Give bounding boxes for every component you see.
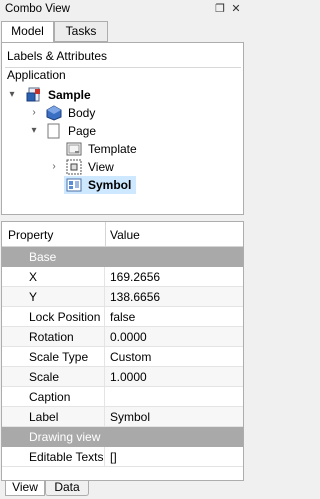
labels-attributes-header: Labels & Attributes bbox=[7, 49, 108, 63]
tab-data[interactable]: Data bbox=[45, 481, 89, 496]
tree-item-label: Body bbox=[68, 106, 96, 120]
column-divider[interactable] bbox=[105, 222, 106, 247]
title-bar: Combo View ❐ ✕ bbox=[0, 0, 247, 20]
application-label: Application bbox=[7, 68, 66, 82]
property-name: Scale bbox=[29, 370, 60, 384]
tree-item-view[interactable]: › View bbox=[2, 158, 243, 176]
property-value[interactable]: Symbol bbox=[110, 410, 150, 424]
top-tabs: Model Tasks bbox=[0, 21, 247, 43]
property-value[interactable]: 138.6656 bbox=[110, 290, 160, 304]
property-name: X bbox=[29, 270, 38, 284]
document-icon bbox=[26, 87, 42, 103]
tree-item-label: Page bbox=[68, 124, 97, 138]
group-label: Base bbox=[29, 250, 57, 264]
group-row-drawing-view[interactable]: Drawing view bbox=[2, 427, 243, 447]
property-value[interactable]: 0.0000 bbox=[110, 330, 147, 344]
property-value[interactable]: 1.0000 bbox=[110, 370, 147, 384]
property-name: Y bbox=[29, 290, 38, 304]
bottom-tabs: View Data bbox=[0, 481, 247, 499]
view-icon bbox=[66, 159, 82, 175]
property-row-editable-texts[interactable]: Editable Texts [] bbox=[2, 447, 243, 467]
property-row-label[interactable]: Label Symbol bbox=[2, 407, 243, 427]
property-row-caption[interactable]: Caption bbox=[2, 387, 243, 407]
property-row-lock-position[interactable]: Lock Position false bbox=[2, 307, 243, 327]
property-name: Caption bbox=[29, 390, 71, 404]
tree-item-label: Symbol bbox=[88, 178, 132, 192]
value-column-header[interactable]: Value bbox=[110, 228, 140, 242]
tree-item-label: Template bbox=[88, 142, 137, 156]
property-row-x[interactable]: X 169.2656 bbox=[2, 267, 243, 287]
property-name: Label bbox=[29, 410, 59, 424]
symbol-icon bbox=[66, 177, 82, 193]
close-icon[interactable]: ✕ bbox=[229, 2, 243, 16]
property-value[interactable]: Custom bbox=[110, 350, 151, 364]
property-row-scale[interactable]: Scale 1.0000 bbox=[2, 367, 243, 387]
property-row-y[interactable]: Y 138.6656 bbox=[2, 287, 243, 307]
property-name: Editable Texts bbox=[29, 450, 104, 464]
property-row-rotation[interactable]: Rotation 0.0000 bbox=[2, 327, 243, 347]
tab-view[interactable]: View bbox=[5, 481, 45, 496]
tree-item-page[interactable]: ▾ Page bbox=[2, 122, 243, 140]
tab-tasks[interactable]: Tasks bbox=[54, 21, 108, 42]
body-icon bbox=[46, 105, 62, 121]
collapsed-arrow-icon[interactable]: › bbox=[48, 158, 60, 176]
tree-item-label: View bbox=[88, 160, 114, 174]
window-title: Combo View bbox=[5, 3, 70, 15]
collapsed-arrow-icon[interactable]: › bbox=[28, 104, 40, 122]
page-icon bbox=[46, 123, 62, 139]
group-row-base[interactable]: Base bbox=[2, 247, 243, 267]
property-name: Rotation bbox=[29, 330, 74, 344]
property-name: Lock Position bbox=[29, 310, 101, 324]
template-icon bbox=[66, 141, 82, 157]
tree-item-template[interactable]: Template bbox=[2, 140, 243, 158]
property-value[interactable]: 169.2656 bbox=[110, 270, 160, 284]
tree-item-sample[interactable]: ▾ Sample bbox=[2, 86, 243, 104]
float-icon[interactable]: ❐ bbox=[213, 2, 227, 16]
expand-arrow-icon[interactable]: ▾ bbox=[28, 122, 40, 140]
property-table-header: Property Value bbox=[2, 222, 243, 247]
property-value[interactable]: [] bbox=[110, 450, 117, 464]
tree-item-body[interactable]: › Body bbox=[2, 104, 243, 122]
tree-item-symbol[interactable]: Symbol bbox=[2, 176, 243, 194]
tab-model[interactable]: Model bbox=[1, 21, 54, 43]
tree-item-label: Sample bbox=[48, 88, 91, 102]
property-column-header[interactable]: Property bbox=[8, 228, 53, 242]
property-value[interactable]: false bbox=[110, 310, 135, 324]
model-tree-panel: Labels & Attributes Application ▾ Sample… bbox=[1, 42, 244, 215]
property-row-scale-type[interactable]: Scale Type Custom bbox=[2, 347, 243, 367]
property-name: Scale Type bbox=[29, 350, 89, 364]
property-panel: Property Value Base X 169.2656 Y 138.665… bbox=[1, 221, 244, 481]
group-label: Drawing view bbox=[29, 430, 101, 444]
expand-arrow-icon[interactable]: ▾ bbox=[6, 86, 18, 104]
